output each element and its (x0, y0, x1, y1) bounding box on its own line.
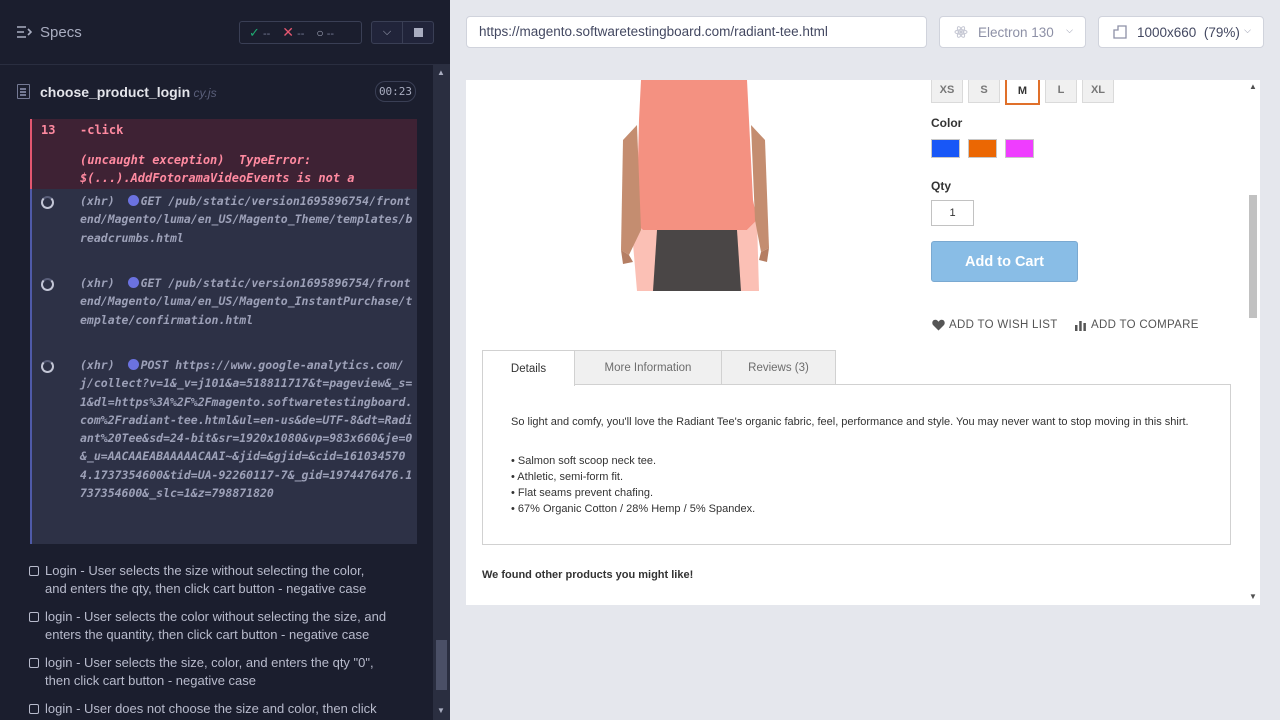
size-option-s[interactable]: S (968, 80, 1000, 103)
xhr-command[interactable]: (xhr) GET /pub/static/version1695896754/… (30, 189, 417, 271)
viewport-size: 1000x660 (1137, 24, 1197, 40)
test-title: login - User does not choose the size an… (45, 701, 377, 720)
stop-button[interactable] (402, 21, 434, 44)
qty-input[interactable]: 1 (931, 200, 974, 226)
feature-item: • Salmon soft scoop neck tee. (511, 455, 657, 467)
test-item[interactable]: login - User selects the color without s… (29, 608, 389, 644)
xhr-text: (xhr) GET /pub/static/version1695896754/… (80, 194, 413, 245)
scroll-down-icon[interactable]: ▼ (1249, 592, 1257, 601)
test-item[interactable]: Login - User selects the size without se… (29, 562, 389, 598)
iframe-scrollbar[interactable]: ▲ ▼ (1246, 80, 1260, 605)
status-dot-icon (127, 359, 139, 370)
failed-stat: ✕ -- (282, 24, 305, 40)
tab-more-information[interactable]: More Information (574, 350, 722, 385)
scroll-up-icon[interactable]: ▲ (437, 68, 445, 77)
feature-item: • Flat seams prevent chafing. (511, 487, 654, 499)
browser-selector[interactable]: Electron 130 ⌵ (939, 16, 1086, 48)
x-icon: ✕ (282, 24, 295, 40)
feature-item: • 67% Organic Cotton / 28% Hemp / 5% Spa… (511, 503, 756, 515)
color-swatch-blue[interactable] (931, 139, 960, 158)
specs-title[interactable]: Specs (40, 24, 82, 41)
spinner-icon (41, 278, 54, 291)
test-status-icon (29, 566, 39, 576)
spec-name: choose_product_login cy.js (40, 84, 217, 100)
test-item[interactable]: login - User does not choose the size an… (29, 700, 389, 720)
command-log: 13 -click (uncaught exception) TypeError… (30, 119, 417, 544)
color-swatch-orange[interactable] (968, 139, 997, 158)
passed-stat: ✓ -- (249, 24, 271, 40)
color-swatches (931, 139, 1034, 158)
add-to-cart-button[interactable]: Add to Cart (931, 241, 1078, 282)
qty-label: Qty (931, 179, 952, 193)
browser-name: Electron 130 (978, 24, 1054, 40)
reporter-header: Specs ✓ -- ✕ -- ○ -- ⌵ (0, 0, 450, 65)
spinner-icon (41, 360, 54, 373)
app-iframe: XS S M L XL Color Qty 1 Add to Cart ADD … (466, 80, 1260, 605)
related-products-heading: We found other products you might like! (482, 569, 694, 581)
chevron-down-icon: ⌵ (382, 26, 392, 38)
feature-item: • Athletic, semi-form fit. (511, 471, 624, 483)
command-name: -click (80, 123, 124, 137)
product-features: • Salmon soft scoop neck tee. • Athletic… (511, 453, 755, 517)
viewport-zoom: (79%) (1203, 24, 1240, 40)
chevron-down-icon: ⌵ (1244, 25, 1251, 35)
add-to-compare-link[interactable]: ADD TO COMPARE (1074, 319, 1199, 331)
check-icon: ✓ (249, 24, 260, 40)
product-tabs: Details More Information Reviews (3) (482, 350, 836, 386)
product-image (621, 80, 769, 291)
product-description: So light and comfy, you'll love the Radi… (511, 416, 1189, 428)
viewport-info[interactable]: 1000x660 (79%) ⌵ (1098, 16, 1264, 48)
add-to-wishlist-link[interactable]: ADD TO WISH LIST (932, 319, 1058, 331)
xhr-text: (xhr) POST https://www.google-analytics.… (80, 358, 413, 501)
size-option-l[interactable]: L (1045, 80, 1077, 103)
document-icon (17, 84, 30, 99)
heart-icon (932, 319, 945, 331)
cypress-reporter: Specs ✓ -- ✕ -- ○ -- ⌵ choose_product_lo… (0, 0, 450, 720)
stop-icon (413, 28, 423, 37)
url-bar[interactable]: https://magento.softwaretestingboard.com… (466, 16, 927, 48)
xhr-command[interactable]: (xhr) POST https://www.google-analytics.… (30, 353, 417, 544)
scrollbar-thumb[interactable] (1249, 195, 1257, 318)
spinner-icon: ○ (316, 25, 324, 40)
xhr-command[interactable]: (xhr) GET /pub/static/version1695896754/… (30, 271, 417, 353)
details-panel: So light and comfy, you'll love the Radi… (482, 384, 1231, 545)
size-option-xl[interactable]: XL (1082, 80, 1114, 103)
status-dot-icon (127, 195, 139, 206)
electron-icon (954, 26, 968, 38)
app-under-test-panel: https://magento.softwaretestingboard.com… (450, 0, 1280, 720)
spinner-icon (41, 196, 54, 209)
command-number: 13 (41, 123, 56, 137)
test-title: login - User selects the color without s… (45, 609, 387, 642)
test-status-icon (29, 704, 39, 714)
test-title: Login - User selects the size without se… (45, 563, 367, 596)
test-status-icon (29, 612, 39, 622)
xhr-text: (xhr) GET /pub/static/version1695896754/… (80, 276, 413, 327)
specs-list-icon[interactable] (16, 24, 32, 40)
spec-duration: 00:23 (375, 81, 416, 102)
test-stats: ✓ -- ✕ -- ○ -- (239, 21, 362, 44)
compare-chart-icon (1075, 321, 1086, 331)
color-swatch-purple[interactable] (1005, 139, 1034, 158)
tab-reviews[interactable]: Reviews (3) (721, 350, 836, 385)
pending-stat: ○ -- (316, 25, 335, 40)
tab-details[interactable]: Details (482, 350, 575, 386)
chevron-down-icon: ⌵ (1066, 25, 1073, 35)
test-title: login - User selects the size, color, an… (45, 655, 374, 688)
spec-title-row[interactable]: choose_product_login cy.js 00:23 (0, 75, 432, 109)
scrollbar-thumb[interactable] (436, 640, 447, 690)
size-option-xs[interactable]: XS (931, 80, 963, 103)
status-dot-icon (127, 277, 139, 288)
error-command[interactable]: 13 -click (uncaught exception) TypeError… (30, 119, 417, 203)
test-status-icon (29, 658, 39, 668)
ruler-icon (1113, 25, 1127, 39)
reporter-scrollbar[interactable]: ▲ ▼ (433, 65, 450, 720)
test-item[interactable]: login - User selects the size, color, an… (29, 654, 389, 690)
scroll-down-icon[interactable]: ▼ (437, 706, 445, 715)
color-label: Color (931, 116, 963, 130)
size-option-m[interactable]: M (1005, 80, 1040, 105)
scroll-up-icon[interactable]: ▲ (1249, 82, 1257, 91)
size-options: XS S M L XL (931, 80, 1114, 105)
collapse-button[interactable]: ⌵ (371, 21, 403, 44)
